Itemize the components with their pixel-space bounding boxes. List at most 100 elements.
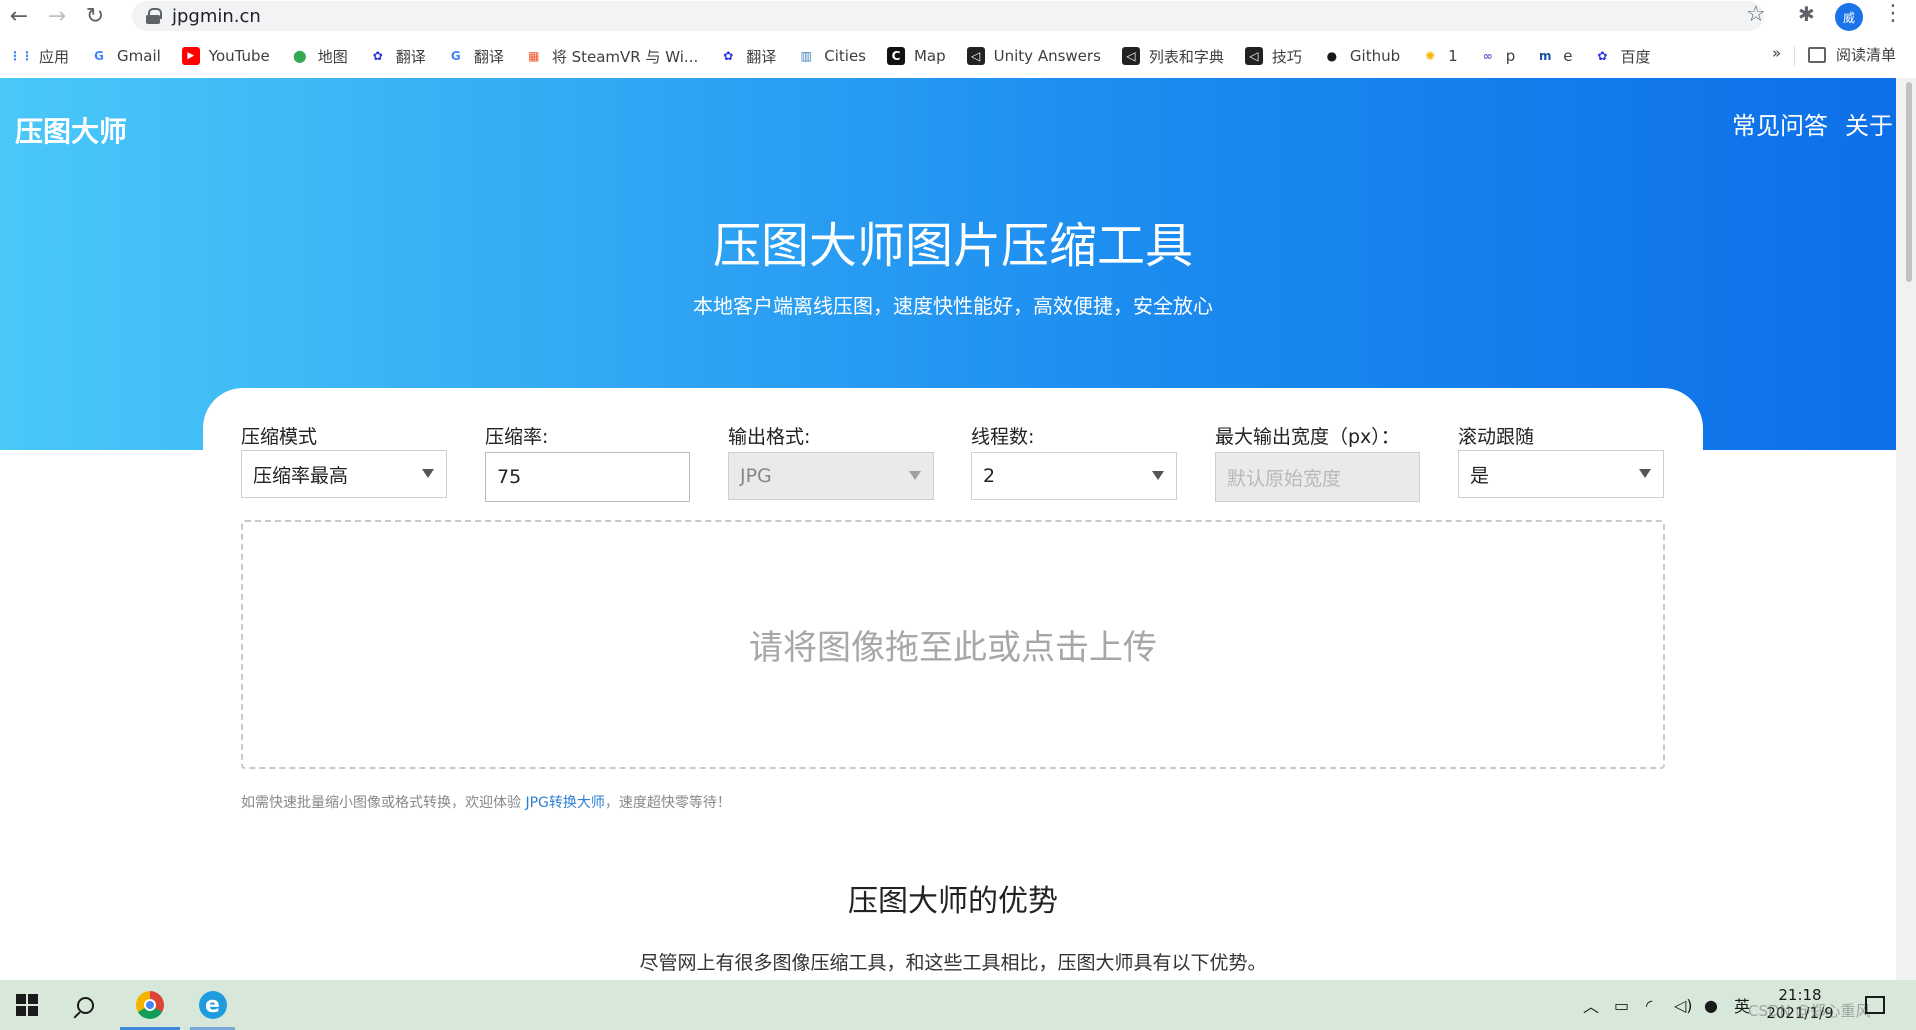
- edge-icon[interactable]: e: [190, 980, 235, 1030]
- bookmark-item[interactable]: ● Github: [1323, 47, 1400, 65]
- bookmark-link-icon: ∞: [1482, 49, 1493, 63]
- google-translate-icon: G: [450, 49, 461, 63]
- nav-link-about[interactable]: 关于: [1845, 106, 1893, 141]
- advantages-title: 压图大师的优势: [848, 884, 1058, 919]
- thread-count-select[interactable]: 2: [971, 452, 1177, 500]
- compression-rate-label: 压缩率:: [485, 426, 549, 448]
- max-width-label: 最大输出宽度（px）：: [1215, 426, 1400, 448]
- apps-grid-icon: ⋮⋮: [9, 49, 33, 63]
- upload-prompt: 请将图像拖至此或点击上传: [749, 628, 1157, 668]
- youtube-icon: ▶: [181, 47, 200, 65]
- bookmark-star-icon[interactable]: ☆: [1746, 2, 1766, 27]
- bookmarks-bar: ⋮⋮ 应用 G Gmail ▶ YouTube ⬤ 地图 ✿ 翻译 G 翻译 ▦ 将 SteamVR 与 …: [0, 38, 1916, 74]
- compression-mode-label: 压缩模式: [241, 426, 318, 448]
- bookmark-item[interactable]: ▶ YouTube: [181, 47, 270, 65]
- bookmark-label: Unity Answers: [993, 47, 1101, 65]
- bookmark-m-icon: m: [1538, 49, 1552, 63]
- bookmarks-divider: [1794, 46, 1795, 66]
- forward-arrow-icon[interactable]: →: [38, 0, 76, 32]
- hero-subtitle: 本地客户端离线压图，速度快性能好，高效便捷，安全放心: [693, 294, 1213, 318]
- bookmark-item[interactable]: ✿ 百度: [1593, 46, 1650, 67]
- profile-avatar[interactable]: 威: [1835, 3, 1863, 31]
- hint-suffix: ，速度超快零等待！: [604, 795, 731, 811]
- compression-mode-select[interactable]: 压缩率最高: [241, 450, 447, 498]
- bookmark-label: 翻译: [473, 47, 504, 66]
- compression-rate-input[interactable]: 75: [485, 452, 690, 502]
- max-width-input[interactable]: 默认原始宽度: [1215, 452, 1420, 502]
- bookmark-item[interactable]: ✺ 1: [1421, 47, 1458, 65]
- battery-icon[interactable]: ▭: [1614, 980, 1629, 1030]
- bookmark-label: 应用: [39, 47, 70, 66]
- bookmark-item[interactable]: ▥ Cities: [797, 47, 866, 65]
- github-icon: ●: [1326, 49, 1338, 63]
- bookmark-item[interactable]: ⋮⋮ 应用: [9, 46, 70, 67]
- bookmark-label: 技巧: [1271, 47, 1302, 66]
- dropdown-arrow-icon: [422, 469, 434, 478]
- bookmark-item[interactable]: C Map: [886, 47, 946, 65]
- tray-chevron-up-icon[interactable]: ︿: [1583, 980, 1599, 1030]
- hero-title: 压图大师图片压缩工具: [712, 218, 1193, 274]
- baidu-paw-icon: ✿: [723, 49, 734, 63]
- bookmark-label: 地图: [317, 47, 348, 66]
- bookmark-item[interactable]: ∞ p: [1479, 47, 1516, 65]
- address-bar[interactable]: jpgmin.cn: [132, 1, 1764, 31]
- compression-mode-value: 压缩率最高: [253, 464, 349, 487]
- bookmark-item[interactable]: ◁ Unity Answers: [966, 47, 1101, 65]
- bookmark-item[interactable]: ✿ 翻译: [369, 46, 426, 67]
- bookmark-label: p: [1505, 47, 1516, 65]
- tray-app-icon[interactable]: ●: [1704, 980, 1718, 1030]
- windows-icon: ▦: [528, 49, 540, 63]
- scrollbar-thumb[interactable]: [1906, 82, 1912, 282]
- bookmark-item[interactable]: ◁ 技巧: [1244, 46, 1302, 67]
- bookmark-label: YouTube: [208, 47, 270, 65]
- csdn-watermark: CSDN @郑心重风: [1748, 1002, 1871, 1020]
- maps-pin-icon: ⬤: [293, 49, 307, 63]
- site-logo[interactable]: 压图大师: [15, 110, 127, 150]
- reading-list-button[interactable]: 阅读清单: [1808, 44, 1896, 65]
- nav-link-faq[interactable]: 常见问答: [1732, 106, 1828, 141]
- bookmark-item[interactable]: ✿ 翻译: [719, 46, 776, 67]
- url-text: jpgmin.cn: [172, 5, 261, 27]
- compression-rate-value: 75: [497, 466, 522, 488]
- bookmark-item[interactable]: ▦ 将 SteamVR 与 Wi...: [525, 46, 698, 67]
- bookmark-item[interactable]: G Gmail: [90, 47, 161, 65]
- extensions-puzzle-icon[interactable]: ✱: [1798, 2, 1815, 26]
- bookmark-label: 将 SteamVR 与 Wi...: [551, 47, 699, 66]
- thread-count-value: 2: [983, 465, 996, 487]
- output-format-label: 输出格式:: [728, 426, 811, 448]
- dropdown-arrow-icon: [909, 471, 921, 480]
- scroll-follow-value: 是: [1470, 464, 1490, 487]
- cities-icon: ▥: [800, 49, 812, 63]
- bookmark-label: Cities: [824, 47, 866, 65]
- bookmark-label: 列表和字典: [1148, 47, 1224, 66]
- max-width-placeholder: 默认原始宽度: [1227, 467, 1342, 490]
- bookmark-item[interactable]: ⬤ 地图: [291, 46, 348, 67]
- reading-list-label: 阅读清单: [1836, 46, 1897, 64]
- bookmark-item[interactable]: ◁ 列表和字典: [1121, 46, 1224, 67]
- reload-icon[interactable]: ↻: [76, 0, 114, 32]
- output-format-value: JPG: [740, 465, 772, 487]
- volume-icon[interactable]: ◁): [1674, 980, 1693, 1030]
- unity-icon: ◁: [966, 47, 985, 65]
- upload-dropzone[interactable]: 请将图像拖至此或点击上传: [241, 520, 1665, 769]
- chrome-icon[interactable]: [120, 980, 180, 1030]
- bookmark-item[interactable]: G 翻译: [447, 46, 504, 67]
- back-arrow-icon[interactable]: ←: [0, 0, 38, 32]
- output-format-select[interactable]: JPG: [728, 452, 934, 500]
- hint-prefix: 如需快速批量缩小图像或格式转换，欢迎体验: [241, 795, 526, 811]
- notification-center-icon[interactable]: [1865, 996, 1885, 1014]
- bookmark-label: 翻译: [746, 47, 777, 66]
- bookmark-item[interactable]: me: [1536, 47, 1573, 65]
- browser-menu-icon[interactable]: ⋮: [1882, 1, 1904, 26]
- wifi-icon[interactable]: ◜: [1646, 980, 1652, 1030]
- c-logo-icon: C: [886, 47, 905, 65]
- unity-icon: ◁: [1121, 47, 1140, 65]
- jpg-converter-link[interactable]: JPG转换大师: [525, 795, 604, 811]
- unity-icon: ◁: [1244, 47, 1263, 65]
- batch-hint: 如需快速批量缩小图像或格式转换，欢迎体验 JPG转换大师，速度超快零等待！: [241, 792, 731, 812]
- dropdown-arrow-icon: [1152, 471, 1164, 480]
- bookmarks-overflow-button[interactable]: »: [1772, 44, 1781, 62]
- windows-start-icon[interactable]: [14, 980, 40, 1030]
- scroll-follow-select[interactable]: 是: [1458, 450, 1664, 498]
- search-icon[interactable]: [70, 980, 100, 1030]
